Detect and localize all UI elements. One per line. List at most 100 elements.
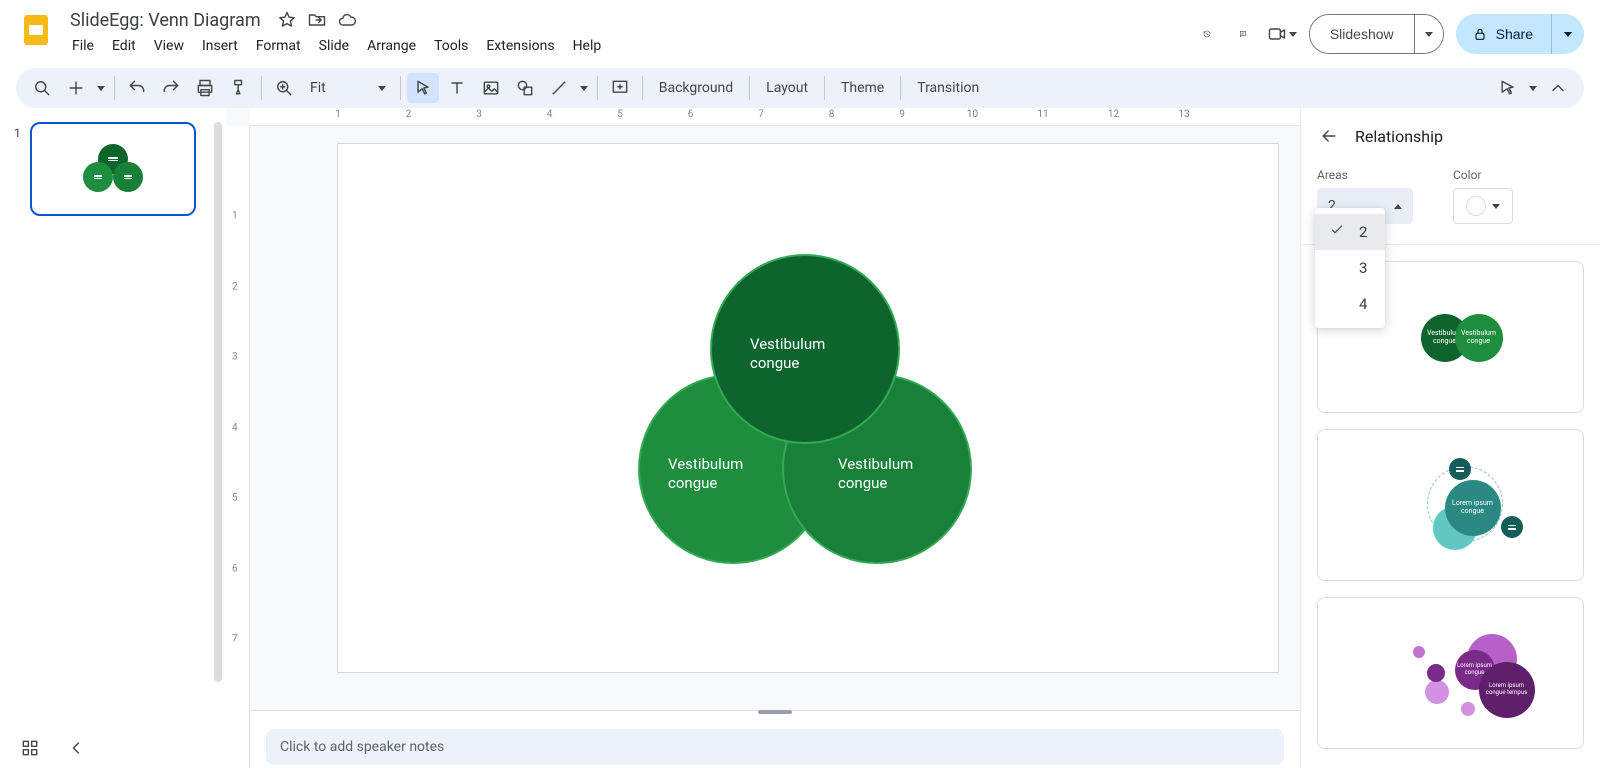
separator <box>900 76 901 100</box>
ruler-tick: 8 <box>829 109 835 120</box>
insert-comment-button[interactable] <box>604 73 636 103</box>
transition-button[interactable]: Transition <box>907 73 989 103</box>
paint-format-button[interactable] <box>223 73 255 103</box>
zoom-tool-button[interactable] <box>268 73 300 103</box>
speaker-notes-input[interactable]: Click to add speaker notes <box>266 729 1284 765</box>
filmstrip: 1 <box>0 108 210 768</box>
ruler-tick: 6 <box>232 563 238 574</box>
hide-menus-button[interactable] <box>1542 73 1574 103</box>
insert-line-button[interactable] <box>543 73 575 103</box>
menu-insert[interactable]: Insert <box>194 34 246 58</box>
new-slide-dropdown[interactable] <box>94 73 108 103</box>
ruler-tick: 4 <box>232 422 238 433</box>
insert-image-button[interactable] <box>475 73 507 103</box>
history-icon[interactable] <box>1195 22 1219 46</box>
search-menus-button[interactable] <box>26 73 58 103</box>
menu-arrange[interactable]: Arrange <box>359 34 424 58</box>
separator <box>642 76 643 100</box>
lock-icon <box>1472 26 1488 42</box>
ruler-tick: 6 <box>688 109 694 120</box>
scrollbar-thumb[interactable] <box>214 122 222 682</box>
share-button[interactable]: Share <box>1456 14 1551 54</box>
color-swatch <box>1466 196 1486 216</box>
pointer-mode-button[interactable] <box>1492 73 1524 103</box>
collapse-filmstrip-button[interactable] <box>66 738 86 758</box>
document-title[interactable]: SlideEgg: Venn Diagram <box>64 8 267 33</box>
undo-button[interactable] <box>121 73 153 103</box>
areas-option-2[interactable]: 2 <box>1315 214 1385 250</box>
separator <box>749 76 750 100</box>
ruler-tick: 12 <box>1108 109 1119 120</box>
check-icon <box>1329 222 1345 242</box>
separator <box>400 76 401 100</box>
areas-option-3[interactable]: 3 <box>1315 250 1385 286</box>
chevron-down-icon <box>1289 32 1297 37</box>
main-area: 1 12345678910111213 1234567 Vestibulum c… <box>0 108 1600 768</box>
star-icon[interactable] <box>277 10 297 30</box>
panel-title: Relationship <box>1355 127 1443 146</box>
menu-file[interactable]: File <box>64 34 102 58</box>
back-button[interactable] <box>1317 124 1341 148</box>
ruler-tick: 5 <box>232 493 238 504</box>
ruler-tick: 2 <box>232 281 238 292</box>
horizontal-ruler: 12345678910111213 <box>250 108 1300 126</box>
venn-diagram[interactable]: Vestibulum congue Vestibulum congue Vest… <box>638 254 968 564</box>
ruler-tick: 13 <box>1178 109 1189 120</box>
menu-view[interactable]: View <box>146 34 192 58</box>
speaker-notes-area: Click to add speaker notes <box>250 710 1300 768</box>
ruler-tick: 10 <box>967 109 978 120</box>
redo-button[interactable] <box>155 73 187 103</box>
separator <box>597 76 598 100</box>
zoom-select[interactable]: Fit <box>302 73 394 103</box>
slideshow-button[interactable]: Slideshow <box>1310 15 1414 53</box>
slide-number: 1 <box>14 126 21 140</box>
background-button[interactable]: Background <box>649 73 743 103</box>
menu-extensions[interactable]: Extensions <box>478 34 562 58</box>
template-card-3[interactable]: Lorem ipsum congue Lorem ipsum congue te… <box>1317 597 1584 749</box>
ruler-tick: 3 <box>476 109 482 120</box>
share-dropdown[interactable] <box>1551 14 1584 54</box>
pointer-mode-dropdown[interactable] <box>1526 73 1540 103</box>
insert-line-dropdown[interactable] <box>577 73 591 103</box>
layout-button[interactable]: Layout <box>756 73 818 103</box>
chevron-down-icon <box>97 86 105 91</box>
insert-shape-button[interactable] <box>509 73 541 103</box>
color-label: Color <box>1453 168 1513 182</box>
new-slide-button[interactable] <box>60 73 92 103</box>
share-button-group: Share <box>1456 14 1584 54</box>
select-tool-button[interactable] <box>407 73 439 103</box>
ruler-tick: 2 <box>406 109 412 120</box>
cloud-saved-icon[interactable] <box>337 10 357 30</box>
menu-tools[interactable]: Tools <box>426 34 476 58</box>
print-button[interactable] <box>189 73 221 103</box>
menu-help[interactable]: Help <box>565 34 610 58</box>
menu-edit[interactable]: Edit <box>104 34 144 58</box>
move-to-folder-icon[interactable] <box>307 10 327 30</box>
filmstrip-scrollbar[interactable] <box>210 108 226 768</box>
ruler-tick: 11 <box>1037 109 1048 120</box>
text-box-button[interactable] <box>441 73 473 103</box>
ruler-tick: 1 <box>232 211 238 222</box>
slides-logo[interactable] <box>16 10 56 50</box>
zoom-value: Fit <box>310 80 326 96</box>
venn-circle-top[interactable]: Vestibulum congue <box>710 254 900 444</box>
areas-label: Areas <box>1317 168 1413 182</box>
areas-option-4[interactable]: 4 <box>1315 286 1385 322</box>
menu-bar: File Edit View Insert Format Slide Arran… <box>64 34 1195 58</box>
menu-slide[interactable]: Slide <box>311 34 357 58</box>
meet-button[interactable] <box>1267 24 1297 44</box>
menu-format[interactable]: Format <box>248 34 309 58</box>
slideshow-dropdown[interactable] <box>1414 15 1443 53</box>
ruler-tick: 4 <box>547 109 553 120</box>
areas-dropdown-menu: 2 3 4 <box>1315 208 1385 328</box>
color-picker-button[interactable] <box>1453 188 1513 224</box>
comments-icon[interactable] <box>1231 22 1255 46</box>
template-card-2[interactable]: Lorem ipsum congue <box>1317 429 1584 581</box>
grid-view-button[interactable] <box>20 738 40 758</box>
slide-thumbnail-1[interactable] <box>30 122 196 216</box>
notes-resize-handle[interactable] <box>758 710 792 714</box>
toolbar: Fit Background Layout Theme Transition <box>16 68 1584 108</box>
theme-button[interactable]: Theme <box>831 73 894 103</box>
ruler-tick: 9 <box>899 109 905 120</box>
slide-canvas[interactable]: Vestibulum congue Vestibulum congue Vest… <box>338 144 1278 672</box>
